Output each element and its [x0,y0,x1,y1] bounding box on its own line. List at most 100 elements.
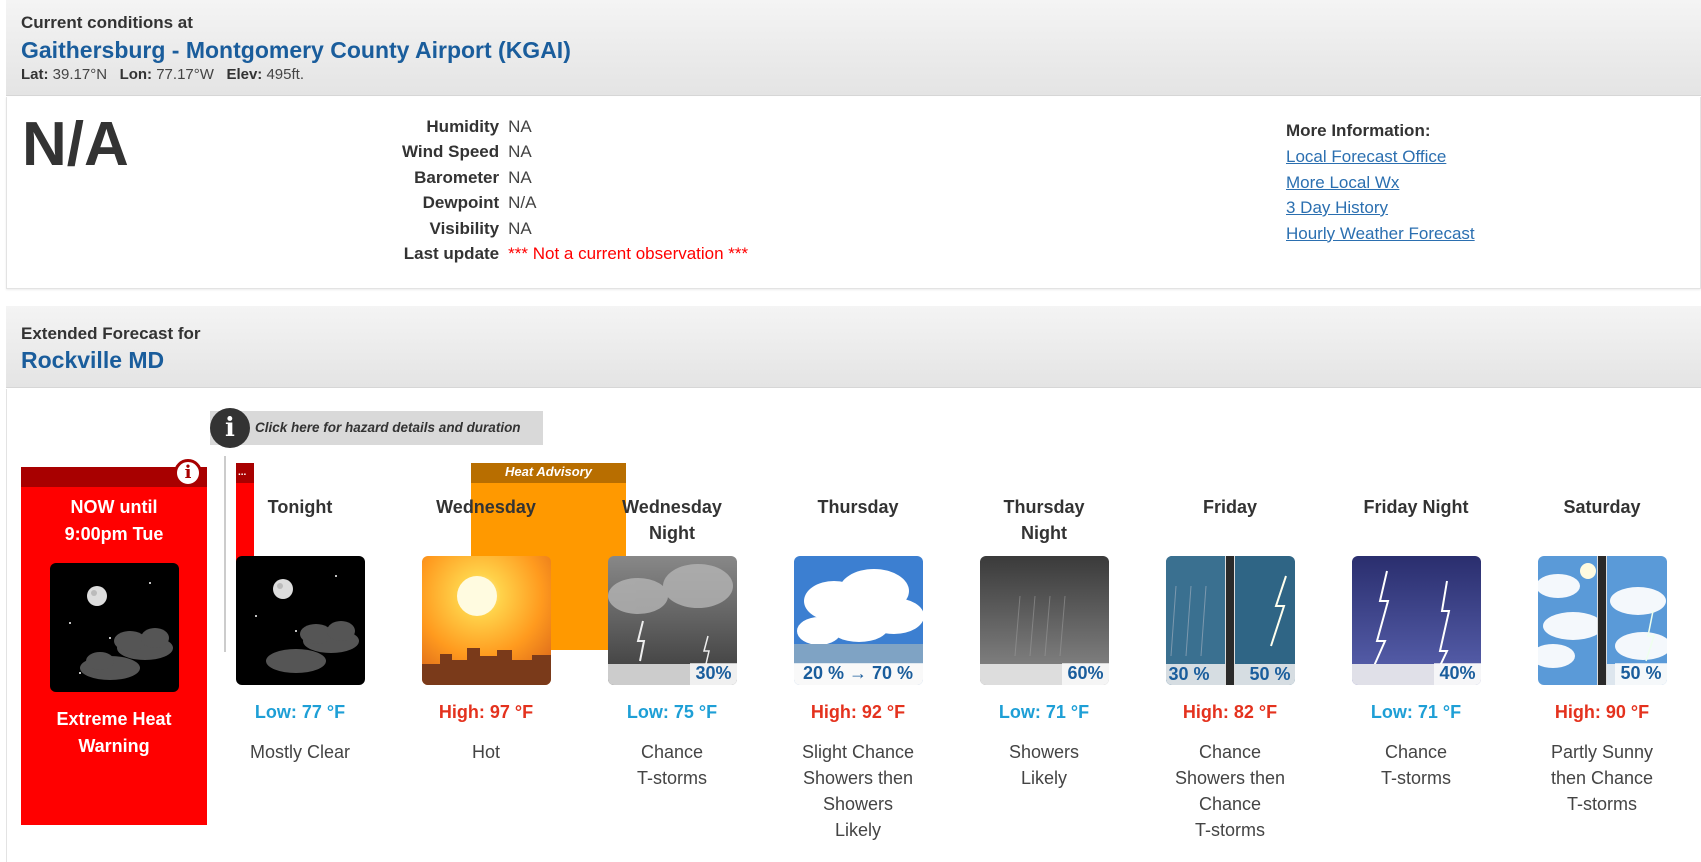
lightning-night-icon[interactable]: 40% [1351,556,1481,685]
conditions-row: Dewpoint N/A [402,191,748,217]
last-update-warning: *** Not a current observation *** [508,244,749,264]
period-name: Wednesday Night [579,490,765,556]
desc-line: Showers then [802,768,914,788]
desc-line: Chance [1198,794,1262,814]
row-value: NA [508,142,532,162]
period-temperature: High: 90 °F [1554,702,1650,722]
desc-line: Mostly Clear [249,742,351,762]
period-name-line: Thursday [817,497,899,517]
period-temperature: High: 82 °F [1182,702,1278,722]
warning-time: NOW until 9:00pm Tue [21,494,207,548]
period-name: Saturday [1509,490,1695,556]
lon-value: 77.17°W [156,66,214,83]
period-temperature: Low: 75 °F [626,702,718,722]
desc-line: Showers [1008,742,1080,762]
info-icon[interactable]: i [210,408,250,448]
desc-line: T-storms [637,768,707,788]
current-conditions-body: N/A Humidity NA Wind Speed NA Barometer NA … [6,97,1701,289]
period-name-line: Night [649,523,695,543]
conditions-row: Barometer NA [402,165,748,191]
period-description: Chance T-storms [1323,739,1509,791]
desc-line: Chance [640,742,704,762]
row-label: Humidity [426,116,500,136]
conditions-row: Last update *** Not a current observation… [402,242,748,268]
row-label: Last update [403,244,500,264]
station-name: Gaithersburg - Montgomery County Airport… [21,37,571,63]
three-day-history-link[interactable]: 3 Day History [1286,198,1475,224]
warning-info-icon[interactable]: i [174,459,202,487]
precip-chance: 60% [1062,663,1109,685]
desc-line: Hot [471,742,500,762]
conditions-row: Visibility NA [402,216,748,242]
local-forecast-office-link[interactable]: Local Forecast Office [1286,147,1475,173]
forecast-period: Friday Night 40% Low: 71 °F Chance T-stor… [1323,490,1509,791]
day-showers-icon[interactable]: 20 % → 70 % [793,556,923,685]
row-value: NA [508,116,532,136]
partly-sunny-tstorm-split-icon[interactable]: 50 % [1537,556,1667,685]
hourly-forecast-link[interactable]: Hourly Weather Forecast [1286,224,1475,250]
desc-line: Chance [1198,742,1262,762]
lat-label: Lat: [21,66,49,83]
period-name: Thursday Night [951,490,1137,556]
warning-time-line: NOW until [70,497,158,517]
forecast-period: Wednesday High: 97 °F Hot [393,490,579,765]
period-description: Showers Likely [951,739,1137,791]
row-label: Visibility [429,218,500,238]
warning-name-line: Extreme Heat [56,709,172,729]
elev-label: Elev: [226,66,263,83]
desc-line: T-storms [1567,794,1637,814]
period-name-line: Friday Night [1363,497,1469,517]
desc-line: Slight Chance [801,742,915,762]
period-name: Friday Night [1323,490,1509,556]
period-temperature: Low: 71 °F [998,702,1090,722]
desc-line: T-storms [1381,768,1451,788]
current-temperature: N/A [22,110,129,179]
warning-name: Extreme Heat Warning [21,706,207,760]
forecast-period: Saturday 50 % High: 90 °F Partly Sunny th… [1509,490,1695,817]
period-description: Slight Chance Showers then Showers Likely [765,739,951,843]
period-description: Chance T-storms [579,739,765,791]
desc-line: then Chance [1550,768,1654,788]
night-showers-icon[interactable]: 60% [979,556,1109,685]
desc-line: Showers then [1174,768,1286,788]
more-local-wx-link[interactable]: More Local Wx [1286,173,1475,199]
row-value: N/A [508,193,537,213]
precip-chance-right: 50 % [1249,664,1291,684]
period-name-line: Wednesday [436,497,536,517]
heat-advisory-label: Heat Advisory [505,464,592,479]
lat-value: 39.17°N [52,66,108,83]
night-clear-icon[interactable] [235,556,365,685]
row-label: Wind Speed [402,142,500,162]
row-value: NA [508,167,532,187]
desc-line: Chance [1384,742,1448,762]
hazard-details-text: Click here for hazard details and durati… [255,420,521,435]
extended-forecast-label: Extended Forecast for [21,324,201,343]
desc-line: Likely [1020,768,1068,788]
forecast-period: Thursday Night 60% Low: 71 °F Showers Like… [951,490,1137,791]
warning-name-line: Warning [78,736,150,756]
current-conditions-header: Current conditions at Gaithersburg - Mon… [6,0,1701,96]
period-name: Tonight [207,490,393,556]
elev-value: 495ft. [266,66,304,83]
warning-night-clear-icon [50,563,179,692]
precip-chance-left: 30 % [1168,664,1210,684]
forecast-period: Tonight Low: 77 °F Mostly Clear [207,490,393,765]
period-name: Friday [1137,490,1323,556]
period-description: Mostly Clear [207,739,393,765]
period-name-line: Wednesday [622,497,722,517]
current-conditions-label: Current conditions at [21,13,193,32]
row-label: Dewpoint [422,193,500,213]
hazard-details-button[interactable]: Click here for hazard details and durati… [210,411,543,445]
warning-strip-ellipsis: ... [238,467,247,478]
more-info-title: More Information: [1286,121,1431,140]
conditions-row: Wind Speed NA [402,140,748,166]
precip-chance: 40% [1434,663,1481,685]
showers-tstorm-split-icon[interactable]: 30 % 50 % [1165,556,1295,685]
hot-sun-icon[interactable] [421,556,551,685]
precip-chance: 30% [690,663,737,685]
period-name-line: Thursday [1003,497,1085,517]
forecast-period: Wednesday Night 30% Low: 75 °F Chance T-st… [579,490,765,791]
night-tstorm-icon[interactable]: 30% [607,556,737,685]
forecast-period: Thursday 20 % → 70 % High: 92 °F Slight … [765,490,951,843]
period-description: Partly Sunny then Chance T-storms [1509,739,1695,817]
